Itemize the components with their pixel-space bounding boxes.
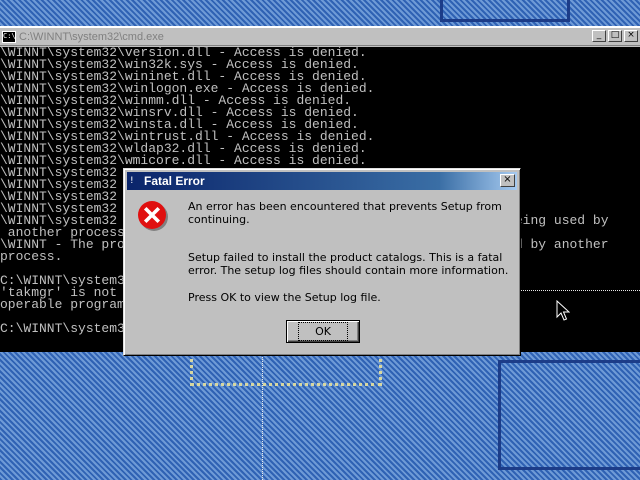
error-message-detail: Setup failed to install the product cata… — [188, 251, 509, 277]
console-line: C:\WINNT\system3 — [0, 321, 125, 336]
setup-icon: ! — [130, 176, 134, 186]
mouse-pointer-icon — [556, 300, 570, 321]
cmd-maximize-button[interactable]: □ — [608, 30, 622, 42]
desktop-ghost-outline — [190, 352, 382, 386]
ok-button[interactable]: OK — [286, 320, 360, 343]
console-line: process. — [0, 249, 63, 264]
error-message-instruction: Press OK to view the Setup log file. — [188, 291, 381, 304]
error-message-intro: An error has been encountered that preve… — [188, 200, 502, 226]
dialog-titlebar[interactable]: ! Fatal Error × — [127, 172, 517, 190]
desktop-ghost-outline — [498, 360, 640, 470]
ok-button-label: OK — [298, 322, 348, 341]
fatal-error-dialog[interactable]: ! Fatal Error × An error has been encoun… — [123, 168, 521, 356]
dialog-close-button[interactable]: × — [500, 174, 515, 187]
cmd-close-button[interactable]: × — [624, 30, 638, 42]
console-line: operable program — [0, 297, 125, 312]
console-icon[interactable]: C:\ — [2, 30, 16, 43]
cmd-minimize-button[interactable]: _ — [592, 30, 606, 42]
dialog-title: Fatal Error — [144, 174, 205, 188]
desktop-ghost-outline — [440, 0, 570, 22]
cmd-titlebar[interactable]: C:\ C:\WINNT\system32\cmd.exe _ □ × — [0, 28, 640, 46]
error-icon — [138, 201, 168, 231]
cmd-title: C:\WINNT\system32\cmd.exe — [19, 30, 164, 43]
